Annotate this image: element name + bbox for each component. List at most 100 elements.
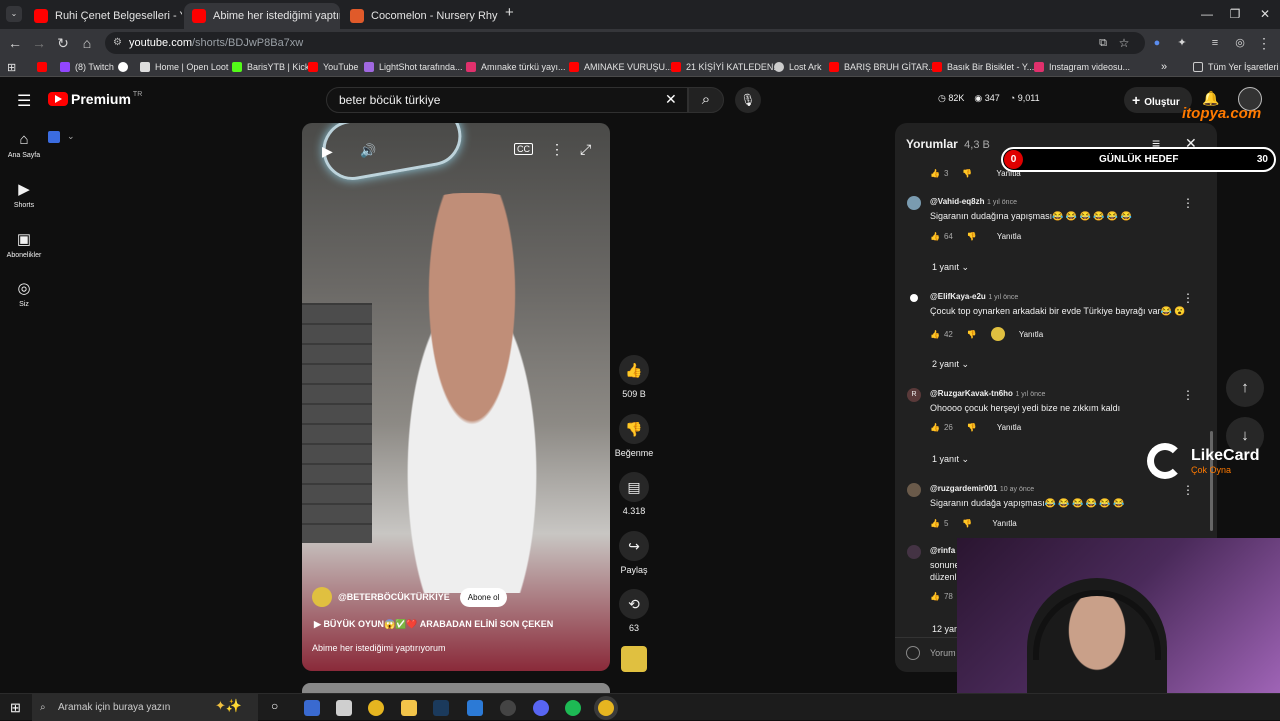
bookmark-item[interactable] [118,59,133,75]
chrome-icon[interactable] [368,700,384,716]
comment-avatar[interactable] [907,545,921,559]
reload-icon[interactable]: ↻ [53,33,73,53]
bookmark-item[interactable]: Basık Bir Bisiklet - Y... [932,59,1034,75]
comment-avatar[interactable] [910,294,918,302]
bookmark-item[interactable] [37,59,52,75]
sidebar-item-home[interactable]: ⌂ Ana Sayfa [0,131,48,159]
captions-icon[interactable]: CC [514,143,533,155]
comment-avatar[interactable]: R [907,388,921,402]
thumbs-down-icon[interactable]: 👎 [967,232,977,241]
close-window-icon[interactable]: ✕ [1250,4,1280,24]
share-button[interactable]: ↪ Paylaş [616,531,652,575]
more-bookmarks-icon[interactable]: » [1161,59,1167,75]
comment-menu-icon[interactable]: ⋮ [1182,291,1194,305]
reply-button[interactable]: Yanıtla [997,232,1021,241]
replies-toggle[interactable]: 12 yan [932,624,959,634]
thumbs-up-icon[interactable]: 👍 [930,330,940,339]
comment-avatar[interactable] [907,196,921,210]
bookmark-item[interactable]: Instagram videosu... [1034,59,1130,75]
comment-user[interactable]: @rinfa [930,546,955,555]
chrome-active-icon[interactable] [598,700,614,716]
windows-start-icon[interactable]: ⊞ [10,700,21,716]
discord-icon[interactable] [533,700,549,716]
bookmark-item[interactable]: Home | Open Loot [140,59,228,75]
new-tab-button[interactable]: + [505,4,514,21]
comments-button[interactable]: ▤ 4.318 [616,472,652,516]
like-button[interactable]: 👍 509 B [616,355,652,399]
tab-search-button[interactable]: ⌄ [6,6,22,22]
bookmark-item[interactable]: YouTube [308,59,358,75]
related-video-link[interactable]: ▶ BÜYÜK OYUN😱✅❤️ ARABADAN ELİNİ SON ÇEKE… [314,619,553,630]
chevron-down-icon[interactable]: ⌄ [67,131,75,142]
copilot-sparkle-icon[interactable]: ✦✨ [215,698,242,714]
comment-menu-icon[interactable]: ⋮ [1182,196,1194,210]
app-icon[interactable] [304,700,320,716]
site-info-icon[interactable]: ⚙ [113,32,122,54]
thumbs-up-icon[interactable]: 👍 [930,592,940,601]
bookmark-star-icon[interactable]: ☆ [1114,33,1134,53]
install-app-icon[interactable]: ⧉ [1093,33,1113,53]
bookmark-item[interactable]: BarisYTB | Kick [232,59,309,75]
bookmark-item[interactable]: 21 KİŞİYİ KATLEDEN... [671,59,781,75]
comment-user[interactable]: @Vahid-eq8zh [930,197,984,206]
comment-user[interactable]: @RuzgarKavak-tn6ho [930,389,1013,398]
all-bookmarks-folder[interactable]: Tüm Yer İşaretleri [1193,59,1279,75]
bookmark-item[interactable]: BARIŞ BRUH GİTAR... [829,59,936,75]
bookmark-item[interactable]: Amınake türkü yayı... [466,59,566,75]
file-explorer-icon[interactable] [401,700,417,716]
short-video-player[interactable]: ▶ 🔊 CC ⋮ ⤢ @BETERBÖCÜKTÜRKİYE Abone ol ▶… [302,123,610,671]
channel-avatar[interactable] [312,587,332,607]
bookmark-item[interactable]: LightShot tarafında... [364,59,463,75]
replies-toggle[interactable]: 1 yanıt ⌄ [932,454,969,465]
thumbs-down-icon[interactable]: 👎 [962,519,972,528]
maximize-icon[interactable]: ❐ [1220,4,1250,24]
volume-icon[interactable]: 🔊 [360,143,376,159]
clear-search-icon[interactable]: ✕ [665,91,677,108]
tab-ruhi-cenet[interactable]: Ruhi Çenet Belgeselleri - YouTu ✕ [26,3,182,29]
play-icon[interactable]: ▶ [322,143,333,160]
thumbs-down-icon[interactable]: 👎 [962,169,972,178]
replies-toggle[interactable]: 2 yanıt ⌄ [932,359,969,370]
thumbs-up-icon[interactable]: 👍 [930,519,940,528]
comment-menu-icon[interactable]: ⋮ [1182,483,1194,497]
more-options-icon[interactable]: ⋮ [550,141,564,158]
next-short-preview[interactable] [302,683,610,693]
obs-icon[interactable] [500,700,516,716]
extension-icon[interactable]: ● [1147,33,1167,53]
channel-name[interactable]: @BETERBÖCÜKTÜRKİYE [338,592,450,602]
extension-badge[interactable] [48,131,60,143]
thumbs-up-icon[interactable]: 👍 [930,232,940,241]
dislike-button[interactable]: 👎 Beğenme [612,414,656,458]
task-view-icon[interactable]: ○ [271,699,278,713]
steam-icon[interactable] [433,700,449,716]
remix-button[interactable]: ⟲ 63 [616,589,652,633]
extensions-puzzle-icon[interactable]: ✦ [1172,33,1192,53]
sidebar-item-you[interactable]: ◎ Siz [0,279,48,308]
replies-toggle[interactable]: 1 yanıt ⌄ [932,262,969,273]
sidebar-item-shorts[interactable]: ▶ Shorts [0,180,48,209]
bookmark-item[interactable]: AMINAKE VURUŞU... [569,59,673,75]
comment-menu-icon[interactable]: ⋮ [1182,388,1194,402]
media-control-icon[interactable]: ≡ [1205,33,1225,53]
scroll-up-button[interactable]: ↑ [1226,369,1264,407]
search-input[interactable]: beter böcük türkiye [326,87,688,113]
store-icon[interactable] [336,700,352,716]
hamburger-menu-icon[interactable]: ☰ [17,91,31,111]
back-arrow-icon[interactable]: ← [5,33,25,53]
sound-thumbnail[interactable] [621,646,647,672]
spotify-icon[interactable] [565,700,581,716]
tab-cocomelon[interactable]: Cocomelon - Nursery Rhymes' ✕ [342,3,498,29]
forward-arrow-icon[interactable]: → [29,33,49,53]
comment-user[interactable]: @ruzgardemir001 [930,484,997,493]
minimize-icon[interactable]: — [1192,4,1222,24]
sidebar-item-subscriptions[interactable]: ▣ Abonelikler [0,230,48,259]
bookmark-item[interactable]: (8) Twitch [60,59,114,75]
thumbs-down-icon[interactable]: 👎 [967,423,977,432]
comment-avatar[interactable] [907,483,921,497]
thumbs-down-icon[interactable]: 👎 [967,330,977,339]
app2-icon[interactable] [467,700,483,716]
search-icon[interactable]: ⌕ [688,87,724,113]
address-bar[interactable]: ⚙ youtube.com/shorts/BDJwP8Ba7xw [105,32,1145,54]
home-icon[interactable]: ⌂ [77,33,97,53]
browser-menu-icon[interactable]: ⋮ [1254,33,1274,53]
